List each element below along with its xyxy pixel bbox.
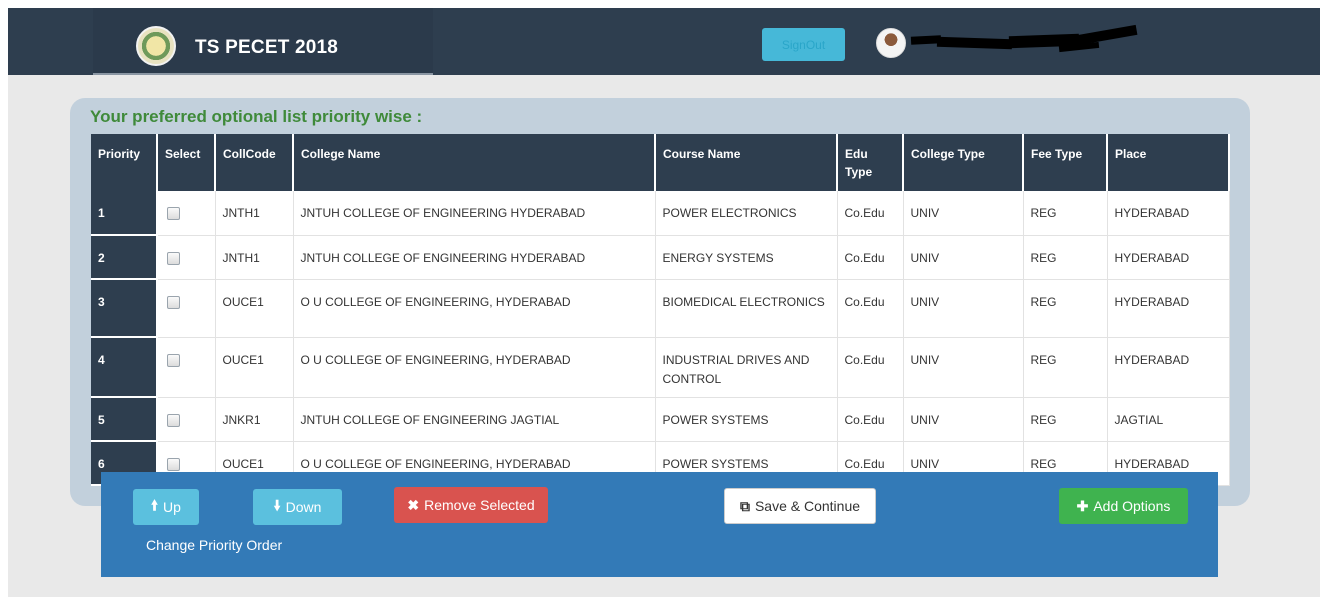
coll-code-cell: OUCE1 <box>215 337 294 398</box>
column-header-edu-type: Edu Type <box>837 134 904 191</box>
place-cell: HYDERABAD <box>1107 337 1230 398</box>
coll-code-cell: OUCE1 <box>215 279 294 338</box>
edu-type-cell: Co.Edu <box>837 337 904 398</box>
column-header-course-name: Course Name <box>655 134 838 191</box>
fee-type-cell: REG <box>1023 235 1108 280</box>
course-name-cell: POWER SYSTEMS <box>655 397 838 442</box>
change-priority-label: Change Priority Order <box>146 537 283 553</box>
save-continue-icon: ⧉ <box>739 497 750 514</box>
arrow-up-icon: 🠙 <box>151 497 159 513</box>
college-type-cell: UNIV <box>903 397 1024 442</box>
preferred-options-table: Priority Select CollCode College Name Co… <box>91 134 1230 486</box>
column-header-priority: Priority <box>91 134 158 191</box>
priority-cell: 5 <box>91 397 158 442</box>
college-name-cell: JNTUH COLLEGE OF ENGINEERING HYDERABAD <box>293 191 656 236</box>
app-title: TS PECET 2018 <box>195 37 339 58</box>
remove-selected-button[interactable]: ✖ Remove Selected <box>394 487 548 523</box>
redacted-user-name <box>909 24 1147 56</box>
college-name-cell: O U COLLEGE OF ENGINEERING, HYDERABAD <box>293 337 656 398</box>
fee-type-cell: REG <box>1023 279 1108 338</box>
college-type-cell: UNIV <box>903 235 1024 280</box>
x-icon: ✖ <box>407 496 420 513</box>
select-cell <box>157 279 216 338</box>
move-up-label: Up <box>163 499 181 515</box>
select-checkbox[interactable] <box>167 353 180 367</box>
save-continue-button[interactable]: ⧉ Save & Continue <box>724 488 876 524</box>
signout-button[interactable]: SignOut <box>762 28 845 61</box>
edu-type-cell: Co.Edu <box>837 235 904 280</box>
select-checkbox[interactable] <box>167 295 180 309</box>
column-header-fee-type: Fee Type <box>1023 134 1108 191</box>
coll-code-cell: JNTH1 <box>215 235 294 280</box>
select-cell <box>157 191 216 236</box>
select-checkbox[interactable] <box>167 207 180 220</box>
college-name-cell: JNTUH COLLEGE OF ENGINEERING HYDERABAD <box>293 235 656 280</box>
course-name-cell: INDUSTRIAL DRIVES AND CONTROL <box>655 337 838 398</box>
move-down-label: Down <box>285 499 322 515</box>
coll-code-cell: JNKR1 <box>215 397 294 442</box>
column-header-college-name: College Name <box>293 134 656 191</box>
priority-cell: 3 <box>91 279 158 338</box>
edu-type-cell: Co.Edu <box>837 279 904 338</box>
remove-selected-label: Remove Selected <box>424 497 535 513</box>
coll-code-cell: JNTH1 <box>215 191 294 236</box>
select-cell <box>157 235 216 280</box>
priority-cell: 1 <box>91 191 158 236</box>
column-header-place: Place <box>1107 134 1230 191</box>
column-header-college-type: College Type <box>903 134 1024 191</box>
college-name-cell: JNTUH COLLEGE OF ENGINEERING JAGTIAL <box>293 397 656 442</box>
course-name-cell: POWER ELECTRONICS <box>655 191 838 236</box>
course-name-cell: BIOMEDICAL ELECTRONICS <box>655 279 838 338</box>
column-header-collcode: CollCode <box>215 134 294 191</box>
edu-type-cell: Co.Edu <box>837 191 904 236</box>
table-row[interactable]: 5 JNKR1 JNTUH COLLEGE OF ENGINEERING JAG… <box>91 397 1230 442</box>
place-cell: HYDERABAD <box>1107 279 1230 338</box>
add-options-label: Add Options <box>1093 498 1171 514</box>
add-options-button[interactable]: ✚ Add Options <box>1059 488 1188 524</box>
priority-cell: 2 <box>91 235 158 280</box>
fee-type-cell: REG <box>1023 191 1108 236</box>
fee-type-cell: REG <box>1023 397 1108 442</box>
column-header-select: Select <box>157 134 216 191</box>
table-row[interactable]: 3 OUCE1 O U COLLEGE OF ENGINEERING, HYDE… <box>91 279 1230 338</box>
table-header-row: Priority Select CollCode College Name Co… <box>91 134 1230 191</box>
save-continue-label: Save & Continue <box>754 498 861 514</box>
place-cell: JAGTIAL <box>1107 397 1230 442</box>
table-row[interactable]: 2 JNTH1 JNTUH COLLEGE OF ENGINEERING HYD… <box>91 235 1230 280</box>
table-row[interactable]: 4 OUCE1 O U COLLEGE OF ENGINEERING, HYDE… <box>91 337 1230 398</box>
table-row[interactable]: 1 JNTH1 JNTUH COLLEGE OF ENGINEERING HYD… <box>91 191 1230 236</box>
arrow-down-icon: 🠛 <box>273 497 281 513</box>
fee-type-cell: REG <box>1023 337 1108 398</box>
select-checkbox[interactable] <box>167 413 180 427</box>
page: TS PECET 2018 SignOut Your preferred opt… <box>0 0 1325 597</box>
panel-title: Your preferred optional list priority wi… <box>90 107 423 126</box>
university-logo-icon <box>136 26 176 66</box>
course-name-cell: ENERGY SYSTEMS <box>655 235 838 280</box>
place-cell: HYDERABAD <box>1107 235 1230 280</box>
avatar[interactable] <box>876 28 906 58</box>
place-cell: HYDERABAD <box>1107 191 1230 236</box>
move-up-button[interactable]: 🠙 Up <box>133 489 199 525</box>
select-cell <box>157 397 216 442</box>
priority-cell: 4 <box>91 337 158 398</box>
college-type-cell: UNIV <box>903 337 1024 398</box>
move-down-button[interactable]: 🠛 Down <box>253 489 342 525</box>
select-checkbox[interactable] <box>167 251 180 265</box>
college-name-cell: O U COLLEGE OF ENGINEERING, HYDERABAD <box>293 279 656 338</box>
college-type-cell: UNIV <box>903 279 1024 338</box>
select-cell <box>157 337 216 398</box>
plus-icon: ✚ <box>1076 497 1089 514</box>
college-type-cell: UNIV <box>903 191 1024 236</box>
select-checkbox[interactable] <box>167 457 180 471</box>
edu-type-cell: Co.Edu <box>837 397 904 442</box>
